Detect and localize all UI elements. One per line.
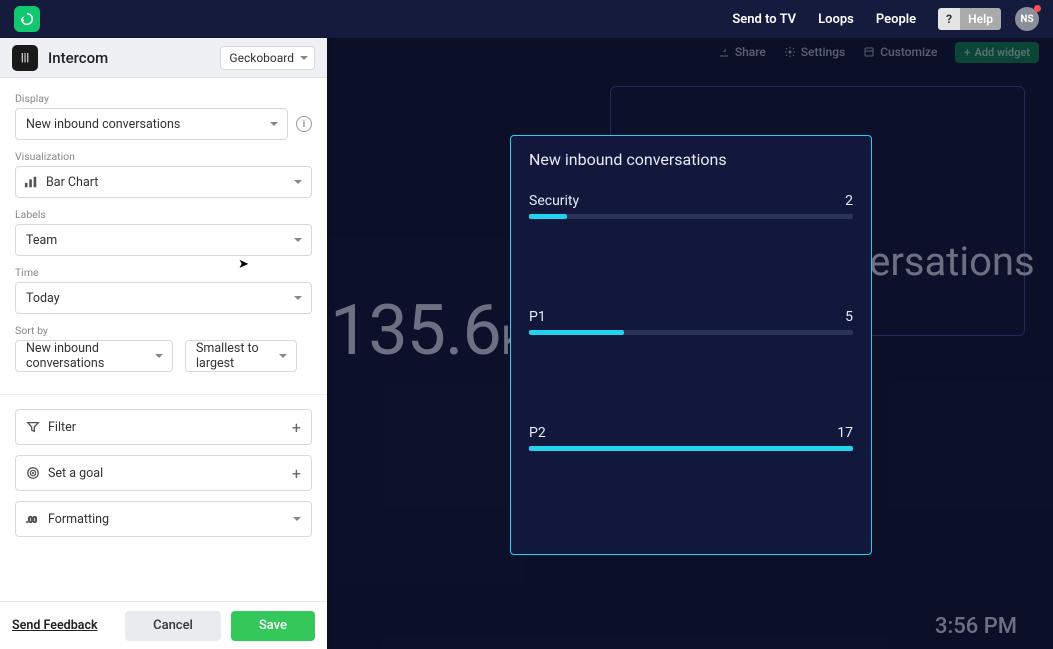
bar-fill — [529, 214, 567, 219]
labels-select[interactable]: Team — [15, 224, 312, 256]
panel-footer: Send Feedback Cancel Save — [0, 601, 327, 649]
bar-fill — [529, 446, 853, 451]
bar-row: Security 2 — [529, 193, 853, 219]
cancel-button[interactable]: Cancel — [125, 611, 221, 641]
sort-label: Sort by — [15, 324, 312, 337]
sort-field-select[interactable]: New inbound conversations — [15, 340, 173, 372]
filter-row[interactable]: Filter + — [15, 409, 312, 445]
plus-icon: + — [292, 464, 301, 483]
divider — [0, 394, 327, 395]
bar-row: P1 5 — [529, 309, 853, 335]
user-avatar[interactable]: NS — [1015, 7, 1039, 31]
bar-track — [529, 330, 853, 335]
top-nav: Send to TV Loops People ? Help NS — [0, 0, 1053, 38]
formatting-label: Formatting — [48, 512, 109, 527]
filter-icon — [26, 420, 40, 434]
goal-label: Set a goal — [48, 466, 103, 481]
bar-value: 17 — [837, 425, 853, 441]
viz-value: Bar Chart — [46, 175, 98, 190]
filter-label: Filter — [48, 420, 76, 435]
bar-chart-icon — [24, 175, 38, 189]
time-label: Time — [15, 266, 312, 279]
send-feedback-link[interactable]: Send Feedback — [12, 618, 115, 633]
formatting-icon: .00 — [26, 512, 40, 526]
help-button[interactable]: Help — [960, 8, 1001, 30]
chevron-down-icon — [293, 517, 301, 525]
bar-track — [529, 446, 853, 451]
bar-category: Security — [529, 193, 579, 209]
bar-chart: Security 2 P1 5 P2 17 — [529, 193, 853, 451]
display-label: Display — [15, 92, 312, 105]
plus-icon: + — [292, 418, 301, 437]
nav-loops[interactable]: Loops — [818, 12, 854, 27]
info-icon[interactable]: i — [296, 116, 312, 132]
target-icon — [26, 466, 40, 480]
time-select[interactable]: Today — [15, 282, 312, 314]
help-group: ? Help — [938, 8, 1001, 30]
help-question-button[interactable]: ? — [938, 8, 960, 30]
widget-editor-panel: ||| Intercom Geckoboard Display New inbo… — [0, 38, 327, 649]
preview-widget[interactable]: New inbound conversations Security 2 P1 5 P2… — [510, 135, 872, 555]
goal-row[interactable]: Set a goal + — [15, 455, 312, 491]
bar-category: P1 — [529, 309, 546, 325]
visualization-select[interactable]: Bar Chart — [15, 166, 312, 198]
intercom-icon: ||| — [12, 45, 38, 71]
panel-source-title: Intercom — [48, 49, 210, 67]
bar-row: P2 17 — [529, 425, 853, 451]
mouse-cursor: ➤ — [238, 257, 249, 272]
svg-text:.00: .00 — [26, 516, 37, 525]
bar-track — [529, 214, 853, 219]
viz-label: Visualization — [15, 150, 312, 163]
sort-direction-select[interactable]: Smallest to largest — [185, 340, 297, 372]
nav-send-to-tv[interactable]: Send to TV — [732, 12, 796, 27]
display-select[interactable]: New inbound conversations — [15, 108, 288, 140]
bar-value: 5 — [845, 309, 853, 325]
bar-value: 2 — [845, 193, 853, 209]
labels-label: Labels — [15, 208, 312, 221]
panel-body: Display New inbound conversations i Visu… — [0, 78, 327, 601]
account-select[interactable]: Geckoboard — [220, 46, 315, 70]
bar-category: P2 — [529, 425, 546, 441]
bar-fill — [529, 330, 624, 335]
save-button[interactable]: Save — [231, 611, 315, 641]
formatting-row[interactable]: .00 Formatting — [15, 501, 312, 537]
nav-people[interactable]: People — [876, 12, 916, 27]
preview-title: New inbound conversations — [529, 150, 853, 169]
app-logo[interactable] — [14, 6, 40, 32]
panel-header: ||| Intercom Geckoboard — [0, 38, 327, 78]
